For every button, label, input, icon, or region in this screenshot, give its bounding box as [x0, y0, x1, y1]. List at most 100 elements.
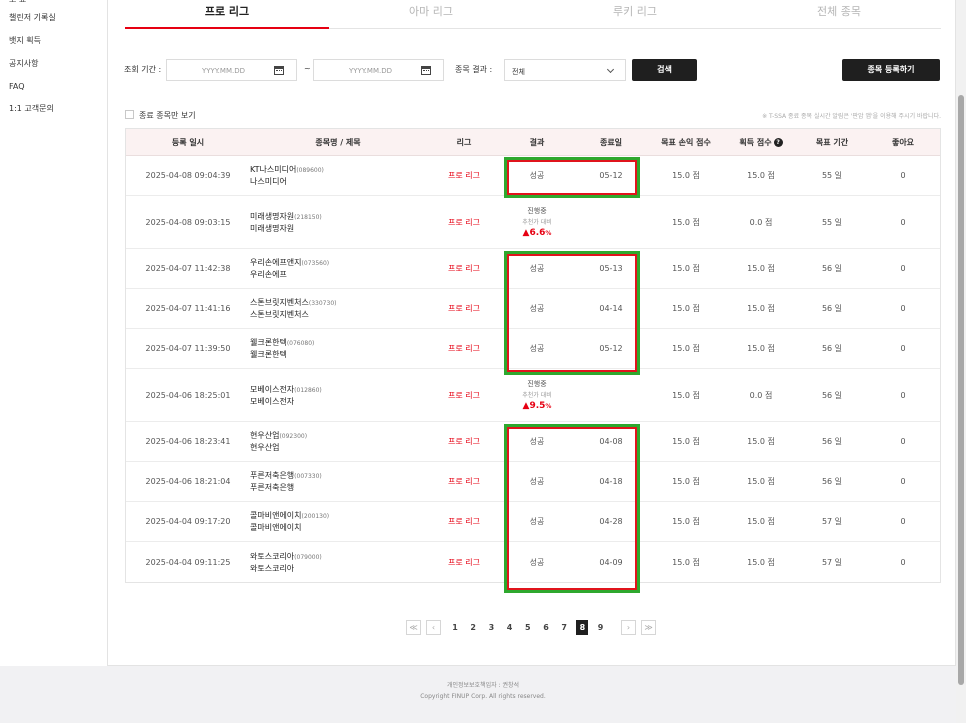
col-registered-at[interactable]: 등록 일시 — [126, 129, 250, 156]
sidebar-item-faq[interactable]: FAQ — [9, 82, 25, 92]
stock-title-cell[interactable]: 콜마비앤에이치(200130) 콜마비앤에이치 — [250, 502, 426, 541]
league: 프로 리그 — [448, 437, 480, 446]
table-row[interactable]: 2025-04-07 11:39:50 웰크론한텍(076080) 웰크론한텍 프로 … — [126, 329, 940, 369]
end-date: 05-13 — [599, 264, 623, 273]
stock-name[interactable]: KT나스미디어(089600) — [250, 164, 324, 176]
page-number[interactable]: 2 — [467, 620, 479, 635]
page-number[interactable]: 1 — [449, 620, 461, 635]
stock-title: 스톤브릿지벤처스 — [250, 310, 309, 319]
col-stock-title[interactable]: 종목명 / 제목 — [250, 129, 426, 156]
search-button[interactable]: 검색 — [632, 59, 697, 81]
registered-at: 2025-04-04 09:11:25 — [145, 557, 231, 567]
result-percent: ▲9.5% — [523, 401, 552, 412]
stock-name[interactable]: 스톤브릿지벤처스(330730) — [250, 297, 336, 309]
stock-title: 푸른저축은행 — [250, 483, 295, 492]
stock-name[interactable]: 콜마비앤에이치(200130) — [250, 510, 329, 522]
stock-title-cell[interactable]: 푸른저축은행(007330) 푸른저축은행 — [250, 462, 426, 501]
col-target-score[interactable]: 목표 손익 점수 — [650, 129, 722, 156]
col-end-date[interactable]: 종료일 — [572, 129, 650, 156]
stock-title-cell[interactable]: KT나스미디어(089600) 나스미디어 — [250, 156, 426, 195]
stock-name-text: 웰크론한텍 — [250, 338, 287, 347]
target-score: 15.0 점 — [672, 304, 700, 313]
sidebar-item-inquiry[interactable]: 1:1 고객문의 — [9, 104, 54, 114]
league: 프로 리그 — [448, 344, 480, 353]
stock-title-cell[interactable]: 우리손에프앤지(073560) 우리손에프 — [250, 249, 426, 288]
stock-name[interactable]: 현우산업(092300) — [250, 430, 307, 442]
earned-score: 15.0 점 — [747, 264, 775, 273]
league-tabs: 프로 리그 아마 리그 루키 리그 전체 종목 — [125, 0, 941, 29]
table-row[interactable]: 2025-04-07 11:42:38 우리손에프앤지(073560) 우리손에프 프… — [126, 249, 940, 289]
stock-name[interactable]: 모베이스전자(012860) — [250, 384, 322, 396]
table-row[interactable]: 2025-04-04 09:11:25 와토스코리아(079000) 와토스코리아 프… — [126, 542, 940, 582]
stock-code: (076080) — [286, 340, 315, 347]
table-row[interactable]: 2025-04-06 18:21:04 푸른저축은행(007330) 푸른저축은행 프… — [126, 462, 940, 502]
end-date-input[interactable]: YYYY.MM.DD — [313, 59, 444, 81]
tab-rookie-league[interactable]: 루키 리그 — [533, 0, 737, 29]
stock-title-cell[interactable]: 와토스코리아(079000) 와토스코리아 — [250, 542, 426, 582]
sidebar-item-notices[interactable]: 공지사항 — [9, 59, 38, 69]
prev-page-button[interactable]: ‹ — [426, 620, 441, 635]
next-page-button[interactable]: › — [621, 620, 636, 635]
stock-title-cell[interactable]: 웰크론한텍(076080) 웰크론한텍 — [250, 329, 426, 368]
stock-code: (012860) — [294, 386, 322, 394]
target-period: 56 일 — [821, 437, 843, 446]
last-page-button[interactable]: ≫ — [641, 620, 656, 635]
stock-title-cell[interactable]: 미래생명자원(218150) 미래생명자원 — [250, 196, 426, 248]
table-row[interactable]: 2025-04-06 18:25:01 모베이스전자(012860) 모베이스전자 프… — [126, 369, 940, 422]
page-number[interactable]: 5 — [522, 620, 534, 635]
stock-title-cell[interactable]: 현우산업(092300) 현우산업 — [250, 422, 426, 461]
stock-name-text: 모베이스전자 — [250, 384, 295, 394]
help-icon[interactable]: ? — [773, 138, 783, 147]
end-date — [572, 369, 650, 421]
table-row[interactable]: 2025-04-06 18:23:41 현우산업(092300) 현우산업 프로 리그… — [126, 422, 940, 462]
result-select[interactable]: 전체 — [504, 59, 626, 81]
page-number[interactable]: 4 — [504, 620, 516, 635]
page-number[interactable]: 8 — [576, 620, 589, 635]
stock-name[interactable]: 웰크론한텍(076080) — [250, 337, 314, 349]
calendar-icon[interactable] — [274, 66, 284, 75]
tab-amateur-league[interactable]: 아마 리그 — [329, 0, 533, 29]
stock-name[interactable]: 미래생명자원(218150) — [250, 211, 322, 223]
scrollbar[interactable] — [956, 0, 966, 723]
scrollbar-thumb[interactable] — [958, 95, 964, 685]
col-target-period[interactable]: 목표 기간 — [800, 129, 864, 156]
sidebar-item-badges[interactable]: 뱃지 획득 — [9, 36, 41, 46]
sidebar-item-challenger-records[interactable]: 챌린저 기록실 — [9, 13, 56, 23]
col-result[interactable]: 결과 — [502, 129, 572, 156]
stock-name-text: 와토스코리아 — [250, 551, 295, 561]
registered-at: 2025-04-06 18:23:41 — [145, 437, 231, 446]
ended-only-checkbox[interactable] — [125, 110, 134, 119]
calendar-icon[interactable] — [421, 66, 431, 75]
col-likes[interactable]: 좋아요 — [864, 129, 942, 156]
league: 프로 리그 — [448, 477, 480, 486]
page-number[interactable]: 3 — [485, 620, 497, 635]
first-page-button[interactable]: ≪ — [406, 620, 421, 635]
result: 성공 — [529, 437, 545, 446]
earned-score: 15.0 점 — [747, 304, 775, 313]
stock-title-cell[interactable]: 모베이스전자(012860) 모베이스전자 — [250, 369, 426, 421]
tab-all-stocks[interactable]: 전체 종목 — [737, 0, 941, 29]
target-period: 57 일 — [821, 557, 843, 567]
stock-title-cell[interactable]: 스톤브릿지벤처스(330730) 스톤브릿지벤처스 — [250, 289, 426, 328]
page-number[interactable]: 6 — [540, 620, 552, 635]
table-row[interactable]: 2025-04-07 11:41:16 스톤브릿지벤처스(330730) 스톤브릿지… — [126, 289, 940, 329]
sidebar-item-partial[interactable]: 보 뇨 — [9, 0, 39, 2]
col-league[interactable]: 리그 — [426, 129, 502, 156]
start-date-input[interactable]: YYYY.MM.DD — [166, 59, 297, 81]
result-status: 진행중 — [527, 206, 547, 215]
end-date: 05-12 — [599, 344, 623, 353]
table-row[interactable]: 2025-04-04 09:17:20 콜마비앤에이치(200130) 콜마비앤에이… — [126, 502, 940, 542]
notice-text: ※ T-SSA 종료 종목 실시간 알림은 '판암 앱'을 이용해 주시기 바랍… — [762, 113, 941, 120]
col-earned-score[interactable]: 획득 점수? — [722, 129, 800, 156]
stock-name[interactable]: 와토스코리아(079000) — [250, 551, 322, 563]
stock-code: (007330) — [294, 473, 322, 480]
table-row[interactable]: 2025-04-08 09:04:39 KT나스미디어(089600) 나스미디어 프… — [126, 156, 940, 196]
result: 성공 — [529, 344, 545, 353]
tab-pro-league[interactable]: 프로 리그 — [125, 0, 329, 29]
page-number[interactable]: 9 — [595, 620, 607, 635]
stock-name[interactable]: 푸른저축은행(007330) — [250, 470, 322, 482]
table-row[interactable]: 2025-04-08 09:03:15 미래생명자원(218150) 미래생명자원 프… — [126, 196, 940, 249]
register-stock-button[interactable]: 종목 등록하기 — [842, 59, 940, 81]
stock-name[interactable]: 우리손에프앤지(073560) — [250, 257, 329, 269]
page-number[interactable]: 7 — [558, 620, 570, 635]
